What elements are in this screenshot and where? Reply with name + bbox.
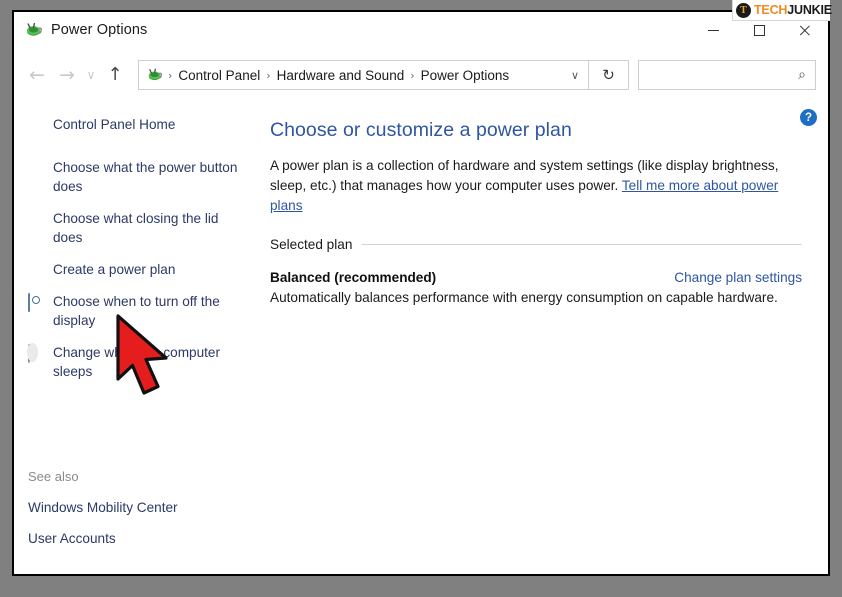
power-plug-icon (25, 21, 43, 39)
help-button[interactable]: ? (800, 109, 817, 126)
main-panel: Choose or customize a power plan A power… (248, 102, 828, 574)
address-bar[interactable]: › Control Panel › Hardware and Sound › P… (138, 60, 629, 90)
see-also-user-accounts[interactable]: User Accounts (14, 531, 248, 546)
sidebar-item-label: Control Panel Home (53, 117, 176, 132)
breadcrumb-separator: › (168, 68, 173, 82)
minimize-button[interactable] (690, 12, 736, 48)
page-title: Choose or customize a power plan (270, 119, 572, 141)
title-bar-left: Power Options (14, 21, 690, 39)
window-title: Power Options (51, 22, 148, 38)
see-also-section: See also Windows Mobility Center User Ac… (14, 469, 248, 546)
power-plug-icon-breadcrumb (147, 67, 163, 83)
breadcrumb-separator: › (410, 68, 415, 82)
breadcrumb-power-options[interactable]: Power Options (418, 68, 513, 83)
search-box[interactable]: ⌕ (638, 60, 816, 90)
page-description: A power plan is a collection of hardware… (270, 156, 802, 216)
techjunkie-badge-icon: T (736, 2, 751, 18)
horizontal-rule (362, 244, 802, 245)
sidebar-item-turn-off-display[interactable]: Choose when to turn off the display (14, 292, 248, 330)
sidebar-item-create-power-plan[interactable]: Create a power plan (14, 260, 248, 279)
refresh-icon[interactable]: ↻ (588, 60, 628, 90)
spacer-icon (28, 117, 45, 134)
sidebar-item-label: Choose what the power button does (53, 160, 238, 194)
power-options-window: Power Options ← → ∨ ↑ › Control Panel › … (12, 10, 830, 576)
techjunkie-junkie-text: JUNKIE (787, 3, 832, 17)
selected-plan-label: Selected plan (270, 237, 353, 252)
navigation-bar: ← → ∨ ↑ › Control Panel › Hardware and S… (14, 48, 828, 102)
spacer-icon (28, 160, 45, 177)
sidebar-item-closing-lid[interactable]: Choose what closing the lid does (14, 209, 248, 247)
title-bar: Power Options (14, 12, 828, 48)
up-button[interactable]: ↑ (100, 60, 130, 90)
see-also-windows-mobility-center[interactable]: Windows Mobility Center (14, 500, 248, 515)
sidebar-item-label: Create a power plan (53, 262, 176, 277)
sidebar-item-label: Choose what closing the lid does (53, 211, 219, 245)
minimize-icon (707, 29, 719, 31)
spacer-icon (28, 262, 45, 279)
breadcrumb-hardware-and-sound[interactable]: Hardware and Sound (274, 68, 408, 83)
sleep-moon-icon (28, 344, 45, 363)
techjunkie-tech-text: TECH (754, 3, 788, 17)
sidebar: Control Panel Home Choose what the power… (14, 102, 248, 574)
sidebar-links: Control Panel Home Choose what the power… (14, 102, 248, 381)
search-icon: ⌕ (798, 67, 806, 83)
techjunkie-watermark: T TECH JUNKIE (732, 0, 832, 21)
back-button[interactable]: ← (22, 60, 52, 90)
recent-locations-button[interactable]: ∨ (82, 60, 100, 90)
sidebar-item-power-button[interactable]: Choose what the power button does (14, 158, 248, 196)
sidebar-item-computer-sleeps[interactable]: Change when the computer sleeps (14, 343, 248, 381)
spacer-icon (28, 211, 45, 228)
breadcrumb-separator: › (266, 68, 271, 82)
change-plan-settings-link[interactable]: Change plan settings (674, 270, 802, 285)
close-icon (799, 24, 812, 37)
breadcrumb: › Control Panel › Hardware and Sound › P… (139, 67, 562, 83)
sidebar-item-label: Change when the computer sleeps (53, 345, 221, 379)
sidebar-item-label: Choose when to turn off the display (53, 294, 220, 328)
selected-plan-group-header: Selected plan (270, 237, 802, 252)
plan-row: Balanced (recommended) Change plan setti… (270, 270, 802, 285)
see-also-title: See also (28, 469, 79, 484)
search-input[interactable] (639, 67, 789, 83)
display-icon (28, 293, 45, 312)
plan-name: Balanced (recommended) (270, 270, 437, 285)
sidebar-item-control-panel-home[interactable]: Control Panel Home (14, 115, 248, 134)
maximize-icon (753, 24, 765, 36)
plan-description: Automatically balances performance with … (270, 290, 778, 305)
chevron-down-icon[interactable]: ∨ (562, 61, 588, 89)
content-area: ? Control Panel Home Choose what the pow… (14, 102, 828, 574)
forward-button[interactable]: → (52, 60, 82, 90)
breadcrumb-control-panel[interactable]: Control Panel (175, 68, 263, 83)
